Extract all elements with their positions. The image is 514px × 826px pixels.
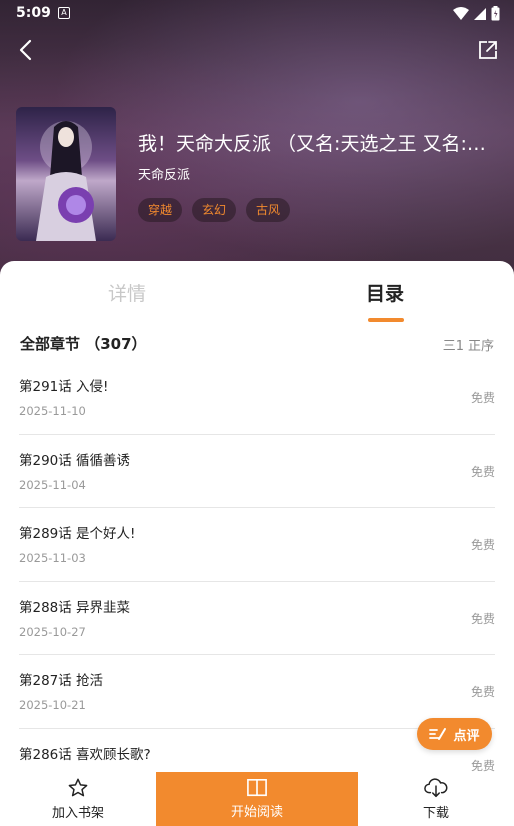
chapter-date: 2025-11-10 xyxy=(19,404,86,418)
active-tab-indicator xyxy=(368,318,404,322)
chapter-row[interactable]: 第289话 是个好人! 2025-11-03 免费 xyxy=(19,508,495,582)
bottom-action-bar: 加入书架 开始阅读 下载 xyxy=(0,772,514,826)
chapter-title: 第291话 入侵! xyxy=(19,379,109,395)
tag-chip[interactable]: 古风 xyxy=(246,198,291,222)
chapter-price: 免费 xyxy=(470,464,495,479)
chapter-date: 2025-10-27 xyxy=(19,624,86,639)
back-arrow-icon[interactable] xyxy=(14,38,38,62)
start-reading-button[interactable]: 开始阅读 xyxy=(156,772,358,826)
battery-icon xyxy=(491,6,500,21)
genre-tags: 穿越 玄幻 古风 xyxy=(138,198,291,222)
review-button-label: 点评 xyxy=(453,728,480,744)
star-icon xyxy=(68,778,88,797)
notification-app-icon: A xyxy=(58,7,70,19)
chapter-date: 2025-10-21 xyxy=(19,698,86,712)
book-cover-image[interactable] xyxy=(16,107,116,241)
chapter-title: 第286话 喜欢顾长歌? xyxy=(19,746,151,763)
chapter-price: 免费 xyxy=(470,611,495,626)
wifi-icon xyxy=(453,6,469,20)
sort-order-icon: 三1 xyxy=(442,339,464,354)
add-to-shelf-button[interactable]: 加入书架 xyxy=(0,772,156,826)
share-icon[interactable] xyxy=(476,38,500,62)
download-button[interactable]: 下载 xyxy=(358,772,514,826)
status-time: 5:09 xyxy=(16,5,51,21)
sort-toggle[interactable]: 三1 正序 xyxy=(443,335,494,354)
status-bar: 5:09 A xyxy=(0,0,514,28)
chapter-title: 第289话 是个好人! xyxy=(19,526,136,542)
review-button[interactable]: 点评 xyxy=(417,718,492,750)
add-to-shelf-label: 加入书架 xyxy=(51,806,104,821)
status-indicators xyxy=(453,6,500,21)
chapter-date: 2025-11-04 xyxy=(19,477,86,492)
sort-label: 正序 xyxy=(467,339,494,354)
chapter-title: 第287话 抢活 xyxy=(19,673,104,689)
book-author[interactable]: 天命反派 xyxy=(138,164,190,183)
chapter-title: 第290话 循循善诱 xyxy=(19,452,131,469)
tab-catalog[interactable]: 目录 xyxy=(366,279,404,306)
chapter-count-title: 全部章节 （307） xyxy=(20,335,147,353)
chapter-section-header: 全部章节 （307） 三1 正序 xyxy=(20,333,494,355)
open-book-icon xyxy=(247,779,267,797)
chapter-row[interactable]: 第290话 循循善诱 2025-11-04 免费 xyxy=(19,435,495,508)
tag-chip[interactable]: 穿越 xyxy=(138,198,183,222)
tab-bar: 详情 目录 xyxy=(0,279,514,322)
download-label: 下载 xyxy=(422,806,449,821)
chapter-price: 免费 xyxy=(470,538,495,552)
cloud-download-icon xyxy=(424,778,448,798)
start-reading-label: 开始阅读 xyxy=(230,805,283,820)
book-title: 我！天命大反派 （又名:天选之王 又名:… xyxy=(138,133,486,155)
chapter-price: 免费 xyxy=(470,391,495,405)
chapter-row[interactable]: 第288话 异界韭菜 2025-10-27 免费 xyxy=(19,582,495,655)
edit-list-icon xyxy=(429,728,447,740)
chapter-row[interactable]: 第287话 抢活 2025-10-21 免费 xyxy=(19,655,495,729)
signal-icon xyxy=(474,7,486,20)
tab-details[interactable]: 详情 xyxy=(108,279,146,306)
chapter-price: 免费 xyxy=(470,685,495,699)
chapter-row[interactable]: 第291话 入侵! 2025-11-10 免费 xyxy=(19,361,495,435)
chapter-date: 2025-11-03 xyxy=(19,551,86,565)
chapter-price: 免费 xyxy=(470,758,495,773)
chapter-title: 第288话 异界韭菜 xyxy=(19,599,131,616)
tag-chip[interactable]: 玄幻 xyxy=(192,198,237,222)
